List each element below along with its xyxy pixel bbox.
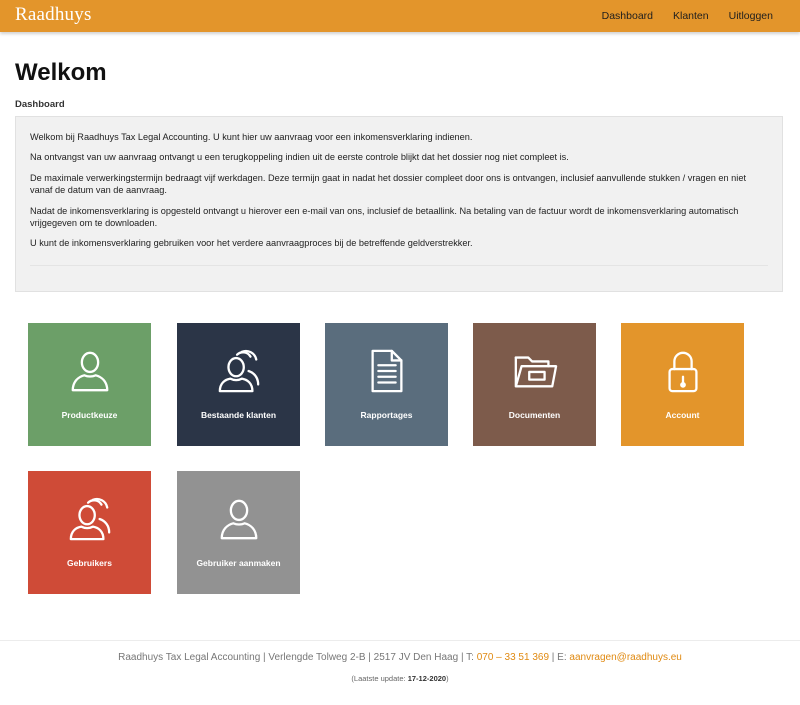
tile-label: Rapportages xyxy=(360,410,413,420)
tile-gebruiker-aanmaken[interactable]: Gebruiker aanmaken xyxy=(177,471,300,594)
users-icon xyxy=(218,349,260,393)
footer-address: Raadhuys Tax Legal Accounting | Verlengd… xyxy=(118,652,474,663)
user-icon xyxy=(71,351,109,392)
nav-dashboard[interactable]: Dashboard xyxy=(592,0,663,32)
tile-label: Account xyxy=(665,410,700,420)
folder-icon xyxy=(514,356,558,388)
tile-bestaande-klanten[interactable]: Bestaande klanten xyxy=(177,323,300,446)
page-title: Welkom xyxy=(15,59,107,86)
footer-phone-link[interactable]: 070 – 33 51 369 xyxy=(477,652,549,663)
intro-paragraph: De maximale verwerkingstermijn bedraagt … xyxy=(30,172,746,196)
intro-paragraph: Nadat de inkomensverklaring is opgesteld… xyxy=(30,205,739,229)
top-navbar: Raadhuys Dashboard Klanten Uitloggen xyxy=(0,0,800,32)
nav-klanten[interactable]: Klanten xyxy=(663,0,719,32)
main-nav: Dashboard Klanten Uitloggen xyxy=(592,0,800,32)
nav-uitloggen[interactable]: Uitloggen xyxy=(719,0,800,32)
document-icon xyxy=(371,349,403,393)
brand-logo[interactable]: Raadhuys xyxy=(15,4,92,26)
tile-productkeuze[interactable]: Productkeuze xyxy=(28,323,151,446)
lock-icon xyxy=(668,351,698,393)
intro-paragraph: Welkom bij Raadhuys Tax Legal Accounting… xyxy=(30,132,473,142)
footer-email-label: | E: xyxy=(551,652,567,663)
tile-account[interactable]: Account xyxy=(621,323,744,446)
update-suffix: ) xyxy=(446,674,449,683)
footer-last-update: (Laatste update: 17-12-2020) xyxy=(0,674,800,683)
tile-label: Gebruiker aanmaken xyxy=(196,558,281,568)
panel-divider xyxy=(30,265,768,266)
intro-paragraph: Na ontvangst van uw aanvraag ontvangt u … xyxy=(30,152,569,163)
intro-panel: Welkom bij Raadhuys Tax Legal Accounting… xyxy=(15,116,783,292)
tile-rapportages[interactable]: Rapportages xyxy=(325,323,448,446)
footer-divider xyxy=(0,640,800,641)
tile-label: Documenten xyxy=(508,410,561,420)
user-icon xyxy=(220,499,258,540)
tile-label: Bestaande klanten xyxy=(200,410,277,420)
tile-label: Productkeuze xyxy=(61,410,118,420)
intro-paragraph: U kunt de inkomensverklaring gebruiken v… xyxy=(30,238,473,249)
update-label: (Laatste update: xyxy=(351,674,406,683)
footer-email-link[interactable]: aanvragen@raadhuys.eu xyxy=(569,652,681,663)
tile-label: Gebruikers xyxy=(67,558,112,568)
users-icon xyxy=(69,497,111,541)
update-date: 17-12-2020 xyxy=(407,674,447,683)
section-label: Dashboard xyxy=(15,99,65,110)
footer-contact: Raadhuys Tax Legal Accounting | Verlengd… xyxy=(0,652,800,663)
tile-documenten[interactable]: Documenten xyxy=(473,323,596,446)
tile-gebruikers[interactable]: Gebruikers xyxy=(28,471,151,594)
